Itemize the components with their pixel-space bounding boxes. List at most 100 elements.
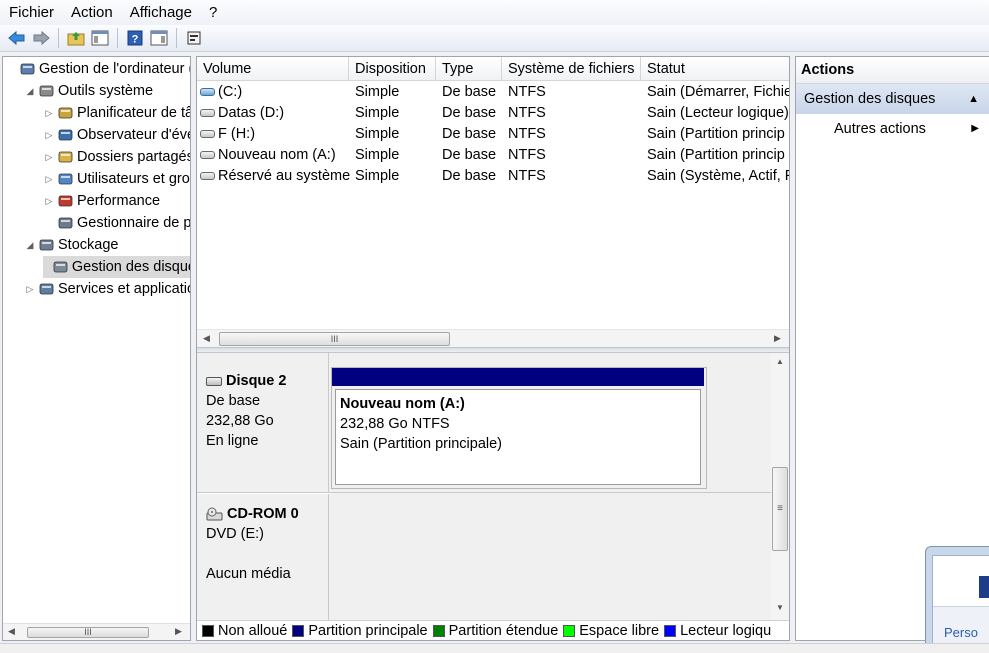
- volume-cell-volume: F (H:): [200, 124, 350, 145]
- volume-icon: [200, 109, 215, 117]
- volume-row[interactable]: Datas (D:) Simple De base NTFS Sain (Lecteur…: [197, 103, 789, 124]
- toolbar-separator: [58, 28, 59, 48]
- volume-cell-text: NTFS: [508, 126, 546, 142]
- partition-nouveau-nom[interactable]: Nouveau nom (A:) 232,88 Go NTFS Sain (Pa…: [331, 367, 707, 489]
- menu-help[interactable]: ?: [200, 0, 225, 25]
- tree-item[interactable]: ▷ Performance: [43, 190, 160, 212]
- volume-cell-text: NTFS: [508, 168, 546, 184]
- collapse-arrow-icon[interactable]: ◢: [24, 86, 36, 97]
- collapse-up-icon[interactable]: ▲: [968, 84, 979, 114]
- legend-swatch: [563, 624, 576, 637]
- properties-button[interactable]: [183, 27, 205, 49]
- volume-cell-type: De base: [442, 82, 502, 103]
- disk-2-info[interactable]: Disque 2 De base 232,88 Go En ligne: [197, 353, 329, 492]
- scroll-left-arrow-icon[interactable]: ◀: [8, 626, 15, 637]
- show-action-pane-button[interactable]: [148, 27, 170, 49]
- volume-row[interactable]: F (H:) Simple De base NTFS Sain (Partition p…: [197, 124, 789, 145]
- legend-swatch: [202, 624, 214, 637]
- volume-cell-type: De base: [442, 124, 502, 145]
- scroll-left-arrow-icon[interactable]: ◀: [203, 333, 210, 344]
- expand-arrow-icon[interactable]: ▷: [43, 174, 55, 185]
- expand-arrow-icon[interactable]: ▷: [43, 130, 55, 141]
- expand-arrow-icon[interactable]: ▷: [43, 196, 55, 207]
- volume-cell-volume: Nouveau nom (A:): [200, 145, 350, 166]
- up-folder-button[interactable]: [65, 27, 87, 49]
- column-volume[interactable]: Volume: [197, 57, 349, 81]
- tree-item[interactable]: ▷ Observateur d'évér: [43, 124, 190, 146]
- tree-item[interactable]: ▷ Utilisateurs et grou: [43, 168, 190, 190]
- tree-item[interactable]: Gestion des disque: [43, 256, 190, 278]
- tree-item-label: Services et application: [58, 281, 191, 297]
- graph-vertical-scrollbar[interactable]: ▲ ≡ ▼: [771, 353, 789, 620]
- disk-state: En ligne: [206, 433, 259, 449]
- cdrom-0-info[interactable]: CD-ROM 0 DVD (E:) Aucun média: [197, 494, 329, 620]
- scroll-thumb[interactable]: III: [27, 627, 149, 638]
- overlapping-window-link[interactable]: Perso: [944, 625, 978, 640]
- volume-row[interactable]: Nouveau nom (A:) Simple De base NTFS Sain (P…: [197, 145, 789, 166]
- tree-item[interactable]: ▷ Dossiers partagés: [43, 146, 190, 168]
- system-volume-icon: [200, 88, 215, 96]
- tree-item-label: Stockage: [58, 237, 119, 253]
- show-hide-tree-button[interactable]: [89, 27, 111, 49]
- scroll-thumb[interactable]: III: [219, 332, 450, 346]
- disk-name: CD-ROM 0: [227, 506, 299, 522]
- volume-cell-status: Sain (Démarrer, Fichie: [647, 82, 789, 103]
- volume-cell-fs: NTFS: [508, 82, 638, 103]
- legend-label: Espace libre: [579, 622, 660, 639]
- volume-row[interactable]: Réservé au système Simple De base NTFS Sain …: [197, 166, 789, 187]
- volume-cell-status: Sain (Système, Actif, P: [647, 166, 789, 187]
- overlapping-window[interactable]: Perso: [925, 546, 989, 653]
- expand-arrow-icon[interactable]: ▷: [43, 108, 55, 119]
- volume-list-horizontal-scrollbar[interactable]: ◀ III ▶: [197, 329, 789, 347]
- partition-color-bar: [332, 368, 704, 386]
- actions-group-label: Gestion des disques: [804, 91, 936, 107]
- volume-cell-fs: NTFS: [508, 124, 638, 145]
- expand-arrow-icon[interactable]: ▷: [43, 152, 55, 163]
- tree-item[interactable]: ▷ Planificateur de tâc: [43, 102, 191, 124]
- tree-horizontal-scrollbar[interactable]: ◀ III ▶: [3, 623, 190, 640]
- tree-item[interactable]: ▷ Services et application: [24, 278, 191, 300]
- help-button[interactable]: ?: [124, 27, 146, 49]
- scroll-down-arrow-icon[interactable]: ▼: [776, 603, 784, 612]
- action-more-actions[interactable]: Autres actions ▶: [796, 114, 989, 144]
- column-filesystem[interactable]: Système de fichiers: [502, 57, 641, 81]
- tree-item-label: Outils système: [58, 83, 154, 99]
- volume-icon: [200, 151, 215, 159]
- tree-item[interactable]: Gestionnaire de pé: [43, 212, 190, 234]
- tree-item[interactable]: ◢ Stockage: [24, 234, 119, 256]
- submenu-arrow-icon: ▶: [971, 123, 979, 134]
- users-icon: [57, 171, 73, 187]
- legend-label: Partition principale: [308, 622, 428, 639]
- partition-details[interactable]: Nouveau nom (A:) 232,88 Go NTFS Sain (Pa…: [335, 389, 701, 485]
- volume-cell-status: Sain (Partition princip: [647, 124, 789, 145]
- menu-affichage[interactable]: Affichage: [121, 0, 200, 25]
- volume-icon: [200, 172, 215, 180]
- legend-item: Lecteur logiqu: [664, 623, 771, 639]
- volume-cell-type: De base: [442, 103, 502, 124]
- toolbar-separator: [117, 28, 118, 48]
- volume-cell-disposition: Simple: [355, 103, 435, 124]
- volume-row[interactable]: (C:) Simple De base NTFS Sain (Démarrer, Fic…: [197, 82, 789, 103]
- volume-cell-text: Réservé au système: [218, 168, 350, 184]
- menu-fichier[interactable]: Fichier: [0, 0, 62, 25]
- tree-item[interactable]: ◢ Outils système: [24, 80, 154, 102]
- disk-type: DVD (E:): [206, 526, 264, 542]
- tree-item[interactable]: Gestion de l'ordinateur (l: [5, 58, 190, 80]
- column-disposition[interactable]: Disposition: [349, 57, 436, 81]
- scroll-thumb[interactable]: ≡: [772, 467, 788, 551]
- volume-cell-type: De base: [442, 166, 502, 187]
- column-type[interactable]: Type: [436, 57, 502, 81]
- collapse-arrow-icon[interactable]: ◢: [24, 240, 36, 251]
- menu-action[interactable]: Action: [62, 0, 121, 25]
- properties-icon: [187, 31, 201, 45]
- tree-item-label: Planificateur de tâc: [77, 105, 191, 121]
- scroll-right-arrow-icon[interactable]: ▶: [774, 333, 781, 344]
- expand-arrow-icon[interactable]: ▷: [24, 284, 36, 295]
- actions-group-disk-management[interactable]: Gestion des disques ▲: [796, 84, 989, 114]
- scroll-up-arrow-icon[interactable]: ▲: [776, 357, 784, 366]
- forward-button[interactable]: [30, 27, 52, 49]
- column-status[interactable]: Statut: [641, 57, 789, 81]
- back-button[interactable]: [6, 27, 28, 49]
- scroll-right-arrow-icon[interactable]: ▶: [175, 626, 182, 637]
- tree-item-label: Performance: [77, 193, 161, 209]
